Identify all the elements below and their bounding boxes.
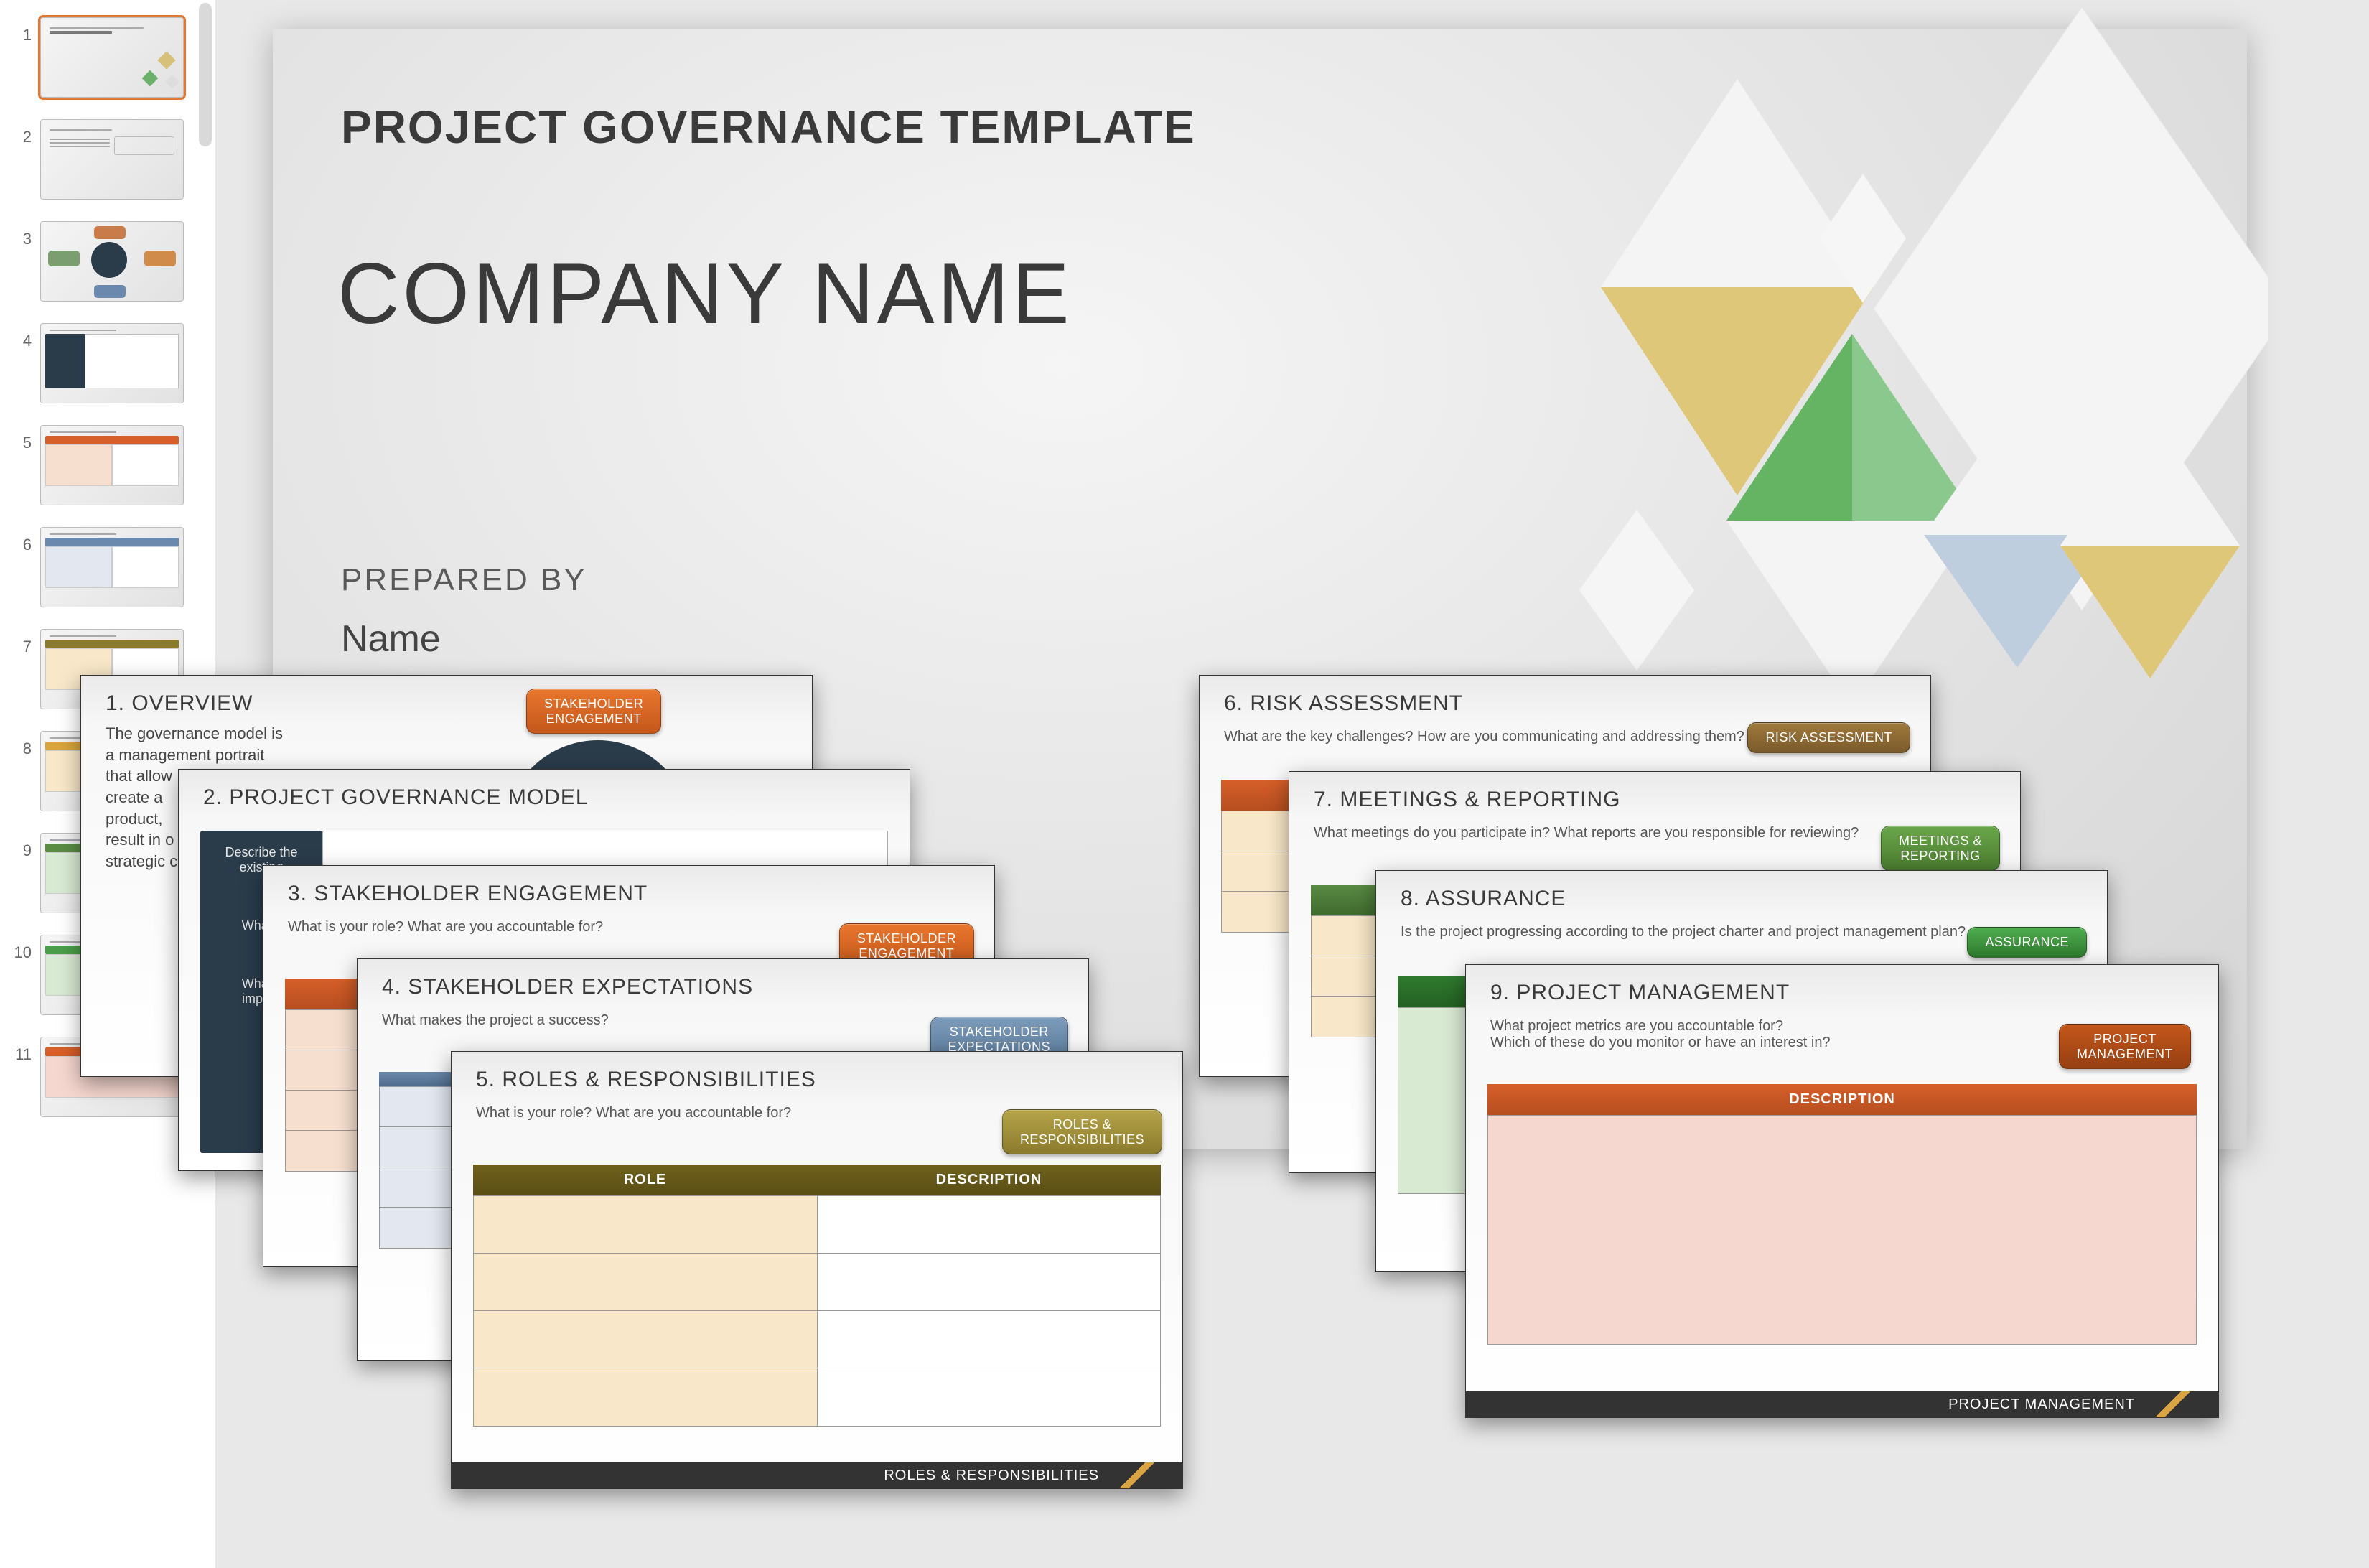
- slide-thumbnail-6[interactable]: 6: [0, 510, 215, 612]
- card-title: 9. PROJECT MANAGEMENT: [1466, 965, 2218, 1012]
- card-footer: PROJECT MANAGEMENT: [1466, 1391, 2218, 1417]
- card-title: 3. STAKEHOLDER ENGAGEMENT: [263, 866, 994, 913]
- chip-roles: ROLES & RESPONSIBILITIES: [1002, 1109, 1162, 1154]
- card-title: 4. STAKEHOLDER EXPECTATIONS: [358, 959, 1088, 1007]
- table-body: [1487, 1115, 2197, 1345]
- card-pm[interactable]: 9. PROJECT MANAGEMENT What project metri…: [1465, 964, 2219, 1418]
- card-title: 8. ASSURANCE: [1376, 871, 2107, 918]
- prepared-by-name: Name: [341, 617, 441, 661]
- chip-stakeholder-engagement: STAKEHOLDER ENGAGEMENT: [526, 689, 661, 734]
- slide-thumbnail-3[interactable]: 3: [0, 204, 215, 306]
- slide-thumbnail-4[interactable]: 4: [0, 306, 215, 408]
- card-title: 2. PROJECT GOVERNANCE MODEL: [179, 770, 910, 817]
- company-name: COMPANY NAME: [337, 244, 1073, 343]
- table-col-header: DESCRIPTION: [1487, 1084, 2197, 1115]
- card-title: 7. MEETINGS & REPORTING: [1289, 772, 2020, 819]
- card-title: 1. OVERVIEW: [81, 676, 812, 723]
- card-title: 6. RISK ASSESSMENT: [1200, 676, 1930, 723]
- card-roles[interactable]: 5. ROLES & RESPONSIBILITIES What is your…: [451, 1051, 1183, 1489]
- table-body: [473, 1195, 1161, 1427]
- slide-thumbnail-5[interactable]: 5: [0, 408, 215, 510]
- table-col-header: ROLE: [473, 1165, 817, 1195]
- slide-thumbnail-2[interactable]: 2: [0, 102, 215, 204]
- sidebar-scrollbar[interactable]: [199, 3, 212, 146]
- template-title: PROJECT GOVERNANCE TEMPLATE: [341, 101, 1196, 154]
- slide-thumbnail-1[interactable]: 1: [0, 0, 215, 102]
- chip-pm: PROJECT MANAGEMENT: [2059, 1024, 2191, 1069]
- table-col-header: DESCRIPTION: [817, 1165, 1161, 1195]
- chip-assurance: ASSURANCE: [1967, 927, 2087, 958]
- card-footer: ROLES & RESPONSIBILITIES: [452, 1462, 1182, 1488]
- chip-risk: RISK ASSESSMENT: [1747, 722, 1910, 753]
- chip-meetings: MEETINGS & REPORTING: [1881, 826, 2000, 871]
- prepared-by-label: PREPARED BY: [341, 562, 587, 598]
- diamond-decor: [1479, 0, 2268, 783]
- card-title: 5. ROLES & RESPONSIBILITIES: [452, 1052, 1182, 1099]
